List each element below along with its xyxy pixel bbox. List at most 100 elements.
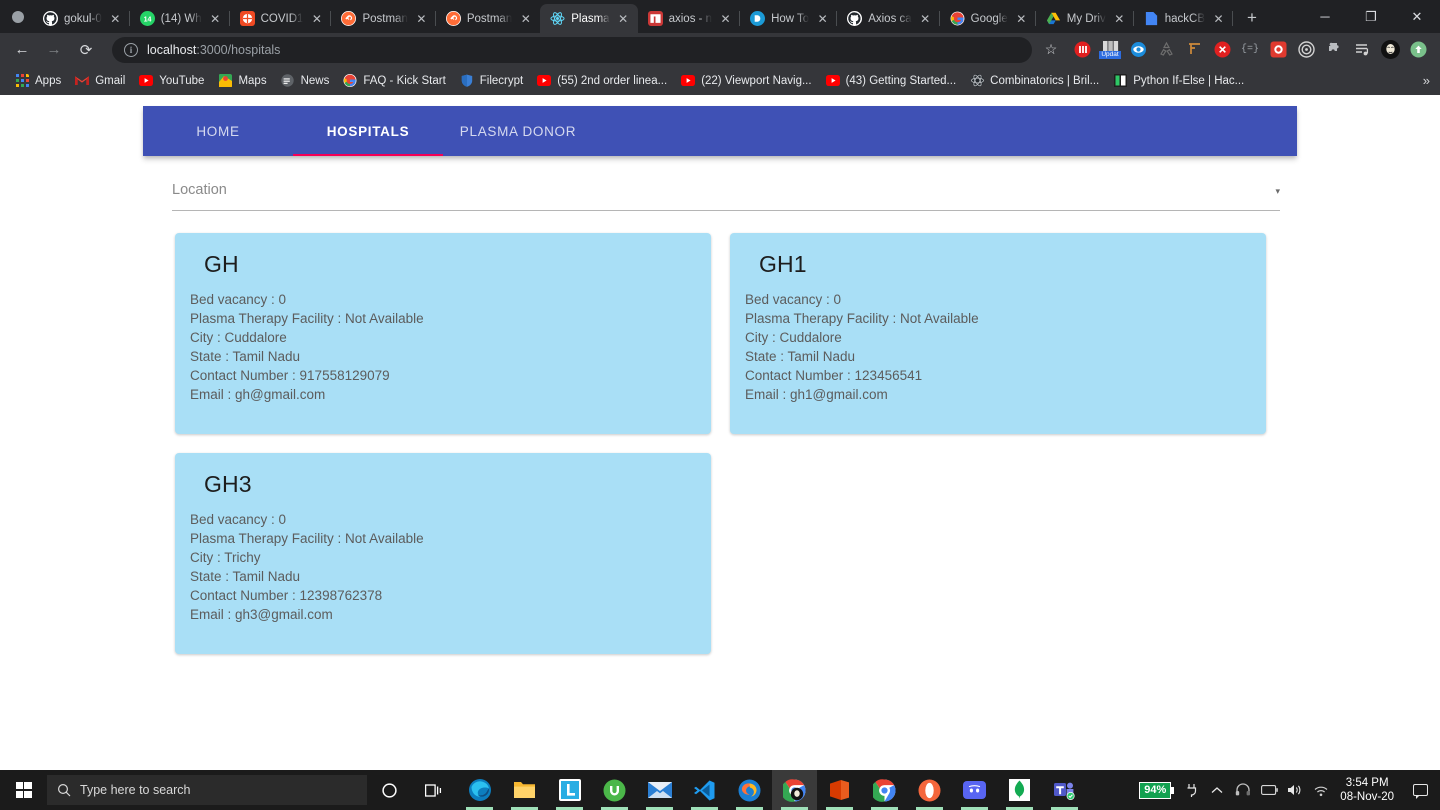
start-button[interactable] [0, 770, 47, 810]
close-tab-icon[interactable]: ✕ [413, 10, 430, 27]
bookmark-item[interactable]: Python If-Else | Hac... [1106, 69, 1251, 92]
browser-tab[interactable]: gokul-0 ✕ [33, 4, 130, 33]
browser-tab[interactable]: hackCB ✕ [1134, 4, 1234, 33]
nav-tab-plasma-donor[interactable]: PLASMA DONOR [443, 106, 593, 156]
new-tab-button[interactable]: + [1239, 5, 1265, 31]
taskbar-app-lightshot[interactable] [547, 770, 592, 810]
taskbar-search-input[interactable]: Type here to search [47, 775, 367, 805]
close-tab-icon[interactable]: ✕ [615, 10, 632, 27]
close-tab-icon[interactable]: ✕ [1111, 10, 1128, 27]
location-select[interactable]: Location ▾ [172, 182, 1280, 211]
bug-icon[interactable] [1266, 38, 1290, 62]
browser-tab[interactable]: Postman ✕ [436, 4, 540, 33]
playlist-icon[interactable] [1350, 38, 1374, 62]
tab-title: Plasma [571, 12, 610, 25]
upload-icon[interactable] [1406, 38, 1430, 62]
forward-icon[interactable]: → [40, 36, 68, 64]
close-tab-icon[interactable]: ✕ [814, 10, 831, 27]
taskbar-app-chrome[interactable] [862, 770, 907, 810]
browser-toolbar: ← → ⟳ i localhost:3000/hospitals ☆ Updat [0, 33, 1440, 66]
taskbar-app-mongodb[interactable] [997, 770, 1042, 810]
bookmark-item[interactable]: Filecrypt [453, 69, 530, 92]
bookmark-item[interactable]: (55) 2nd order linea... [530, 69, 674, 92]
adblock-icon[interactable] [1070, 38, 1094, 62]
close-tab-icon[interactable]: ✕ [517, 10, 534, 27]
browser-tab[interactable]: Postman ✕ [331, 4, 436, 33]
plug-icon[interactable] [1178, 770, 1204, 810]
stop-icon[interactable] [1210, 38, 1234, 62]
headset-icon[interactable] [1230, 770, 1256, 810]
taskbar-app-teams[interactable] [1042, 770, 1087, 810]
bookmark-item[interactable]: Apps [8, 69, 68, 92]
recycle-icon[interactable] [1154, 38, 1178, 62]
taskbar-app-mail[interactable] [637, 770, 682, 810]
taskbar-app-file-explorer[interactable] [502, 770, 547, 810]
target-icon[interactable] [1294, 38, 1318, 62]
browser-tab[interactable]: Google ✕ [940, 4, 1036, 33]
close-window-button[interactable]: ✕ [1394, 0, 1440, 33]
taskbar-app-opera[interactable] [907, 770, 952, 810]
npm-icon [647, 11, 663, 26]
window-menu-dot[interactable] [12, 11, 24, 23]
close-tab-icon[interactable]: ✕ [1210, 10, 1227, 27]
taskbar-app-firefox[interactable] [727, 770, 772, 810]
close-tab-icon[interactable]: ✕ [308, 10, 325, 27]
hospital-detail-line: State : Tamil Nadu [190, 569, 301, 584]
wifi-icon[interactable] [1308, 770, 1334, 810]
browser-tab[interactable]: How To ✕ [740, 4, 838, 33]
bookmark-item[interactable]: YouTube [132, 69, 211, 92]
taskbar-clock[interactable]: 3:54 PM 08-Nov-20 [1334, 776, 1404, 804]
browser-tab[interactable]: My Driv ✕ [1036, 4, 1134, 33]
cortana-button[interactable] [367, 770, 412, 810]
hospital-detail-line: Contact Number : 917558129079 [190, 368, 390, 383]
taskbar-app-utorrent[interactable] [592, 770, 637, 810]
maximize-button[interactable]: ❐ [1348, 0, 1394, 33]
taskbar-app-chrome-active[interactable] [772, 770, 817, 810]
close-tab-icon[interactable]: ✕ [717, 10, 734, 27]
task-view-button[interactable] [412, 770, 457, 810]
nav-tab-hospitals[interactable]: HOSPITALS [293, 106, 443, 156]
bookmark-item[interactable]: Combinatorics | Bril... [963, 69, 1106, 92]
reload-icon[interactable]: ⟳ [72, 36, 100, 64]
bookmarks-overflow-icon[interactable]: » [1423, 73, 1430, 88]
browser-tab[interactable]: 14 (14) Wh ✕ [130, 4, 230, 33]
browser-tab[interactable]: COVID1 ✕ [230, 4, 332, 33]
close-tab-icon[interactable]: ✕ [207, 10, 224, 27]
bookmark-item[interactable]: Maps [211, 69, 273, 92]
browser-tab[interactable]: axios - n ✕ [638, 4, 741, 33]
bookmark-item[interactable]: Gmail [68, 69, 132, 92]
back-icon[interactable]: ← [8, 36, 36, 64]
update-badge-icon[interactable]: Updat [1098, 38, 1122, 62]
bookmark-item[interactable]: FAQ - Kick Start [336, 69, 452, 92]
battery-percent-badge[interactable]: 94% [1139, 781, 1175, 799]
bookmark-item[interactable]: (22) Viewport Navig... [674, 69, 818, 92]
anon-avatar-icon[interactable] [1378, 38, 1402, 62]
chevron-down-icon[interactable]: ▾ [1275, 186, 1280, 197]
bookmark-item[interactable]: News [274, 69, 337, 92]
browser-tab[interactable]: Axios ca ✕ [837, 4, 940, 33]
tab-title: Postman [362, 12, 408, 25]
volume-icon[interactable] [1282, 770, 1308, 810]
taskbar-app-edge[interactable] [457, 770, 502, 810]
notification-bubble-icon [1412, 784, 1428, 799]
chevron-up-icon[interactable] [1204, 770, 1230, 810]
bookmark-item[interactable]: (43) Getting Started... [819, 69, 964, 92]
close-tab-icon[interactable]: ✕ [107, 10, 124, 27]
puzzle-icon[interactable] [1322, 38, 1346, 62]
taskbar-app-discord[interactable] [952, 770, 997, 810]
notifications-button[interactable] [1404, 770, 1436, 810]
taskbar-app-vscode[interactable] [682, 770, 727, 810]
code-icon[interactable]: {=} [1238, 38, 1262, 62]
address-bar[interactable]: i localhost:3000/hospitals [112, 36, 1032, 63]
taskbar-app-office[interactable] [817, 770, 862, 810]
close-tab-icon[interactable]: ✕ [1013, 10, 1030, 27]
bookmark-star-icon[interactable]: ☆ [1038, 37, 1064, 63]
nav-tab-home[interactable]: HOME [143, 106, 293, 156]
ruler-icon[interactable] [1182, 38, 1206, 62]
close-tab-icon[interactable]: ✕ [917, 10, 934, 27]
browser-tab-active[interactable]: Plasma ✕ [540, 4, 638, 33]
eye-icon[interactable] [1126, 38, 1150, 62]
minimize-button[interactable]: ─ [1302, 0, 1348, 33]
site-info-icon[interactable]: i [124, 42, 138, 57]
battery-icon[interactable] [1256, 770, 1282, 810]
